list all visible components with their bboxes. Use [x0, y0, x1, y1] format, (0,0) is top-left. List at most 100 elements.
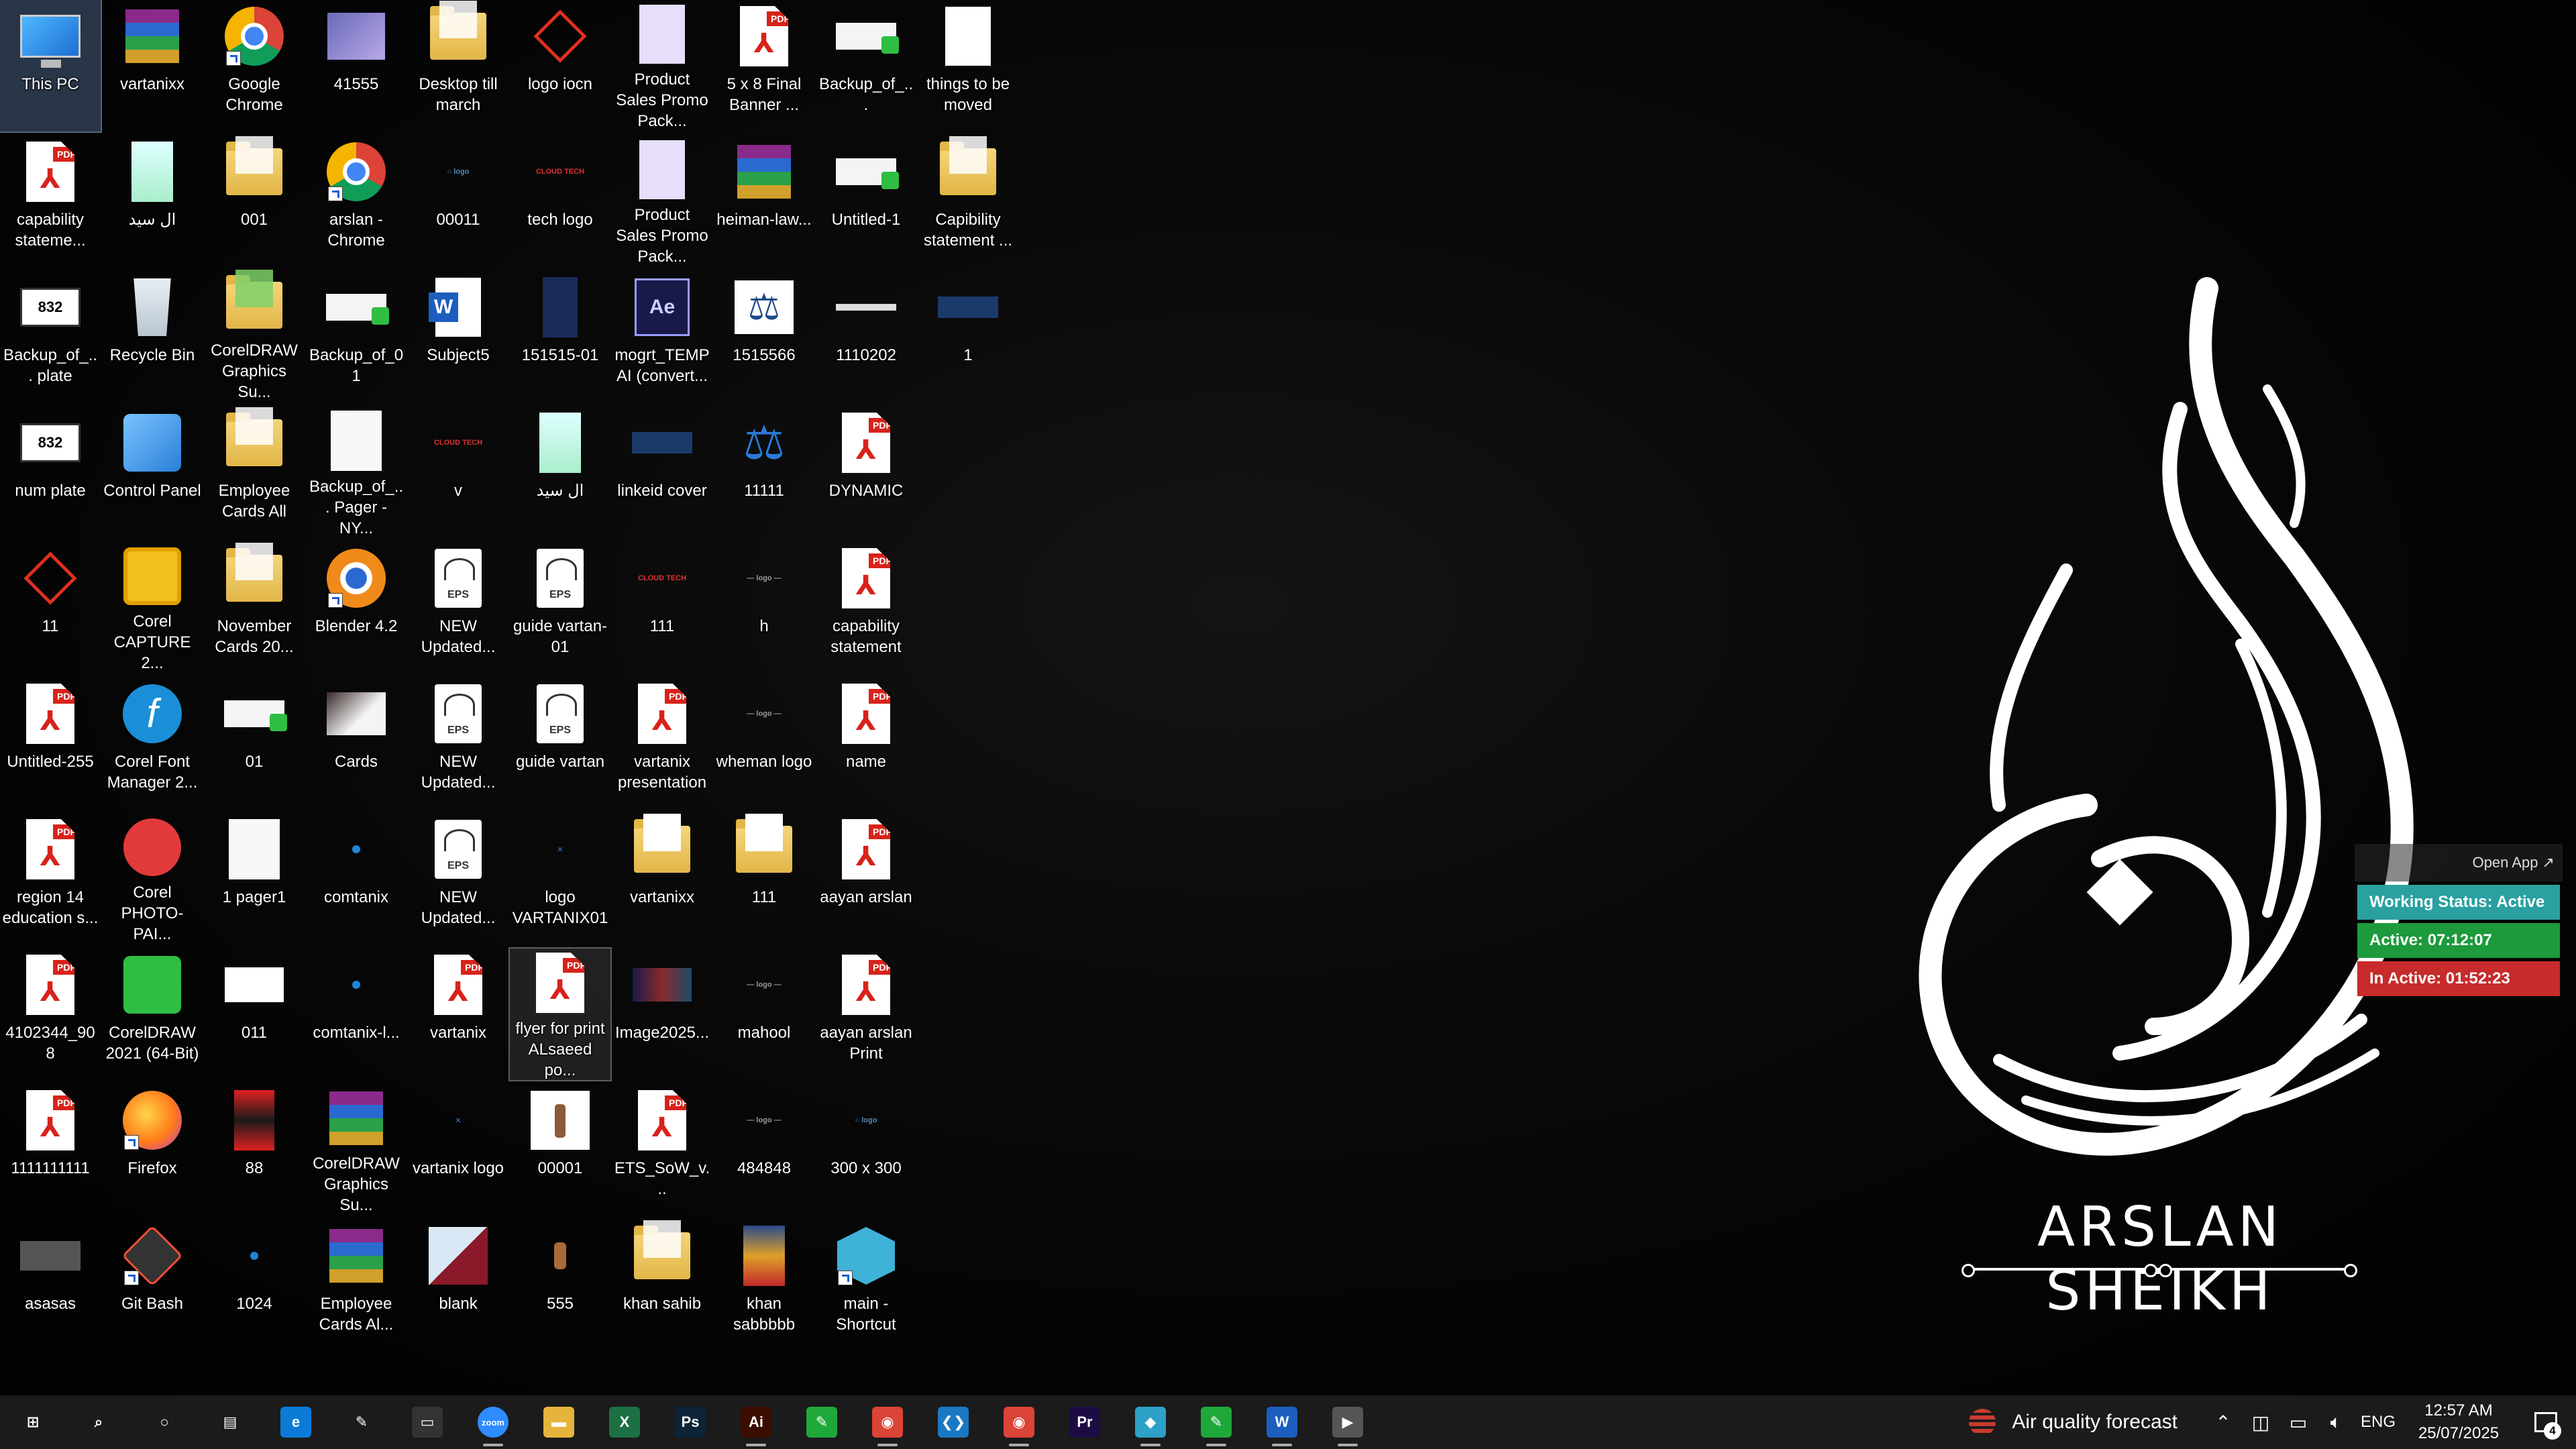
- desktop-icon-backup-of-plate[interactable]: 832 Backup_of_... plate: [0, 271, 101, 402]
- desktop-icon-vartanixx[interactable]: vartanixx: [102, 0, 203, 131]
- desktop-icon-capability-stateme[interactable]: PDF ⅄ capability stateme...: [0, 136, 101, 267]
- desktop-icon-00011[interactable]: ○ logo 00011: [408, 136, 508, 267]
- task-view-button[interactable]: ▤: [197, 1395, 263, 1449]
- desktop-icon-11[interactable]: 11: [0, 542, 101, 674]
- premiere-app[interactable]: Pr: [1052, 1395, 1118, 1449]
- desktop-icon-5-x-8-final-banner[interactable]: PDF ⅄ 5 x 8 Final Banner ...: [714, 0, 814, 131]
- desktop-icon-untitled-1[interactable]: Untitled-1: [816, 136, 916, 267]
- desktop-icon-new-updated[interactable]: EPS NEW Updated...: [408, 678, 508, 809]
- air-quality-widget[interactable]: Air quality forecast: [1969, 1409, 2178, 1436]
- zoom-app[interactable]: zoom: [460, 1395, 526, 1449]
- desktop-icon-things-to-be-moved[interactable]: things to be moved: [918, 0, 1018, 131]
- desktop-icon-11111[interactable]: ⚖ 11111: [714, 407, 814, 538]
- excel-app[interactable]: X: [592, 1395, 657, 1449]
- desktop-icon-aayan-arslan-print[interactable]: PDF ⅄ aayan arslan Print: [816, 949, 916, 1080]
- desktop-icon-new-updated[interactable]: EPS NEW Updated...: [408, 813, 508, 945]
- desktop-icon-1-pager1[interactable]: 1 pager1: [204, 813, 305, 945]
- desktop-icon-heiman-law[interactable]: heiman-law...: [714, 136, 814, 267]
- search-button[interactable]: ⌕: [66, 1395, 131, 1449]
- desktop-icon-employee-cards-al[interactable]: Employee Cards Al...: [306, 1220, 407, 1351]
- desktop-icon-arslan-chrome[interactable]: arslan - Chrome: [306, 136, 407, 267]
- desktop-icon-00001[interactable]: 00001: [510, 1084, 610, 1216]
- edge-app[interactable]: e: [263, 1395, 329, 1449]
- desktop-icon-blender-4-2[interactable]: Blender 4.2: [306, 542, 407, 674]
- desktop-icon-111[interactable]: CLOUD TECH 111: [612, 542, 712, 674]
- desktop-icon-cards[interactable]: Cards: [306, 678, 407, 809]
- desktop-icon-coreldraw-2021-64-bit[interactable]: CorelDRAW 2021 (64-Bit): [102, 949, 203, 1080]
- desktop-icon-untitled-255[interactable]: PDF ⅄ Untitled-255: [0, 678, 101, 809]
- vscode-app[interactable]: ❮❯: [920, 1395, 986, 1449]
- desktop-icon-desktop-till-march[interactable]: Desktop till march: [408, 0, 508, 131]
- desktop-icon-corel-capture-2[interactable]: Corel CAPTURE 2...: [102, 542, 203, 674]
- desktop-icon-tech-logo[interactable]: CLOUD TECH tech logo: [510, 136, 610, 267]
- desktop-icon-product-sales-promo-pack[interactable]: Product Sales Promo Pack...: [612, 136, 712, 267]
- media-app[interactable]: ▶: [1315, 1395, 1381, 1449]
- desktop-icon-coreldraw-graphics-su[interactable]: CorelDRAW Graphics Su...: [306, 1084, 407, 1216]
- desktop-icon-484848[interactable]: — logo — 484848: [714, 1084, 814, 1216]
- desktop-icon-asasas[interactable]: asasas: [0, 1220, 101, 1351]
- main-app[interactable]: ◆: [1118, 1395, 1183, 1449]
- word-app[interactable]: W: [1249, 1395, 1315, 1449]
- desktop-icon-001[interactable]: 001: [204, 136, 305, 267]
- desktop-icon-november-cards-20[interactable]: November Cards 20...: [204, 542, 305, 674]
- file-explorer-app[interactable]: ▬: [526, 1395, 592, 1449]
- language-indicator[interactable]: ENG: [2355, 1413, 2402, 1432]
- chrome-profile-app[interactable]: ◉: [986, 1395, 1052, 1449]
- desktop-icon-blank[interactable]: blank: [408, 1220, 508, 1351]
- desktop-icon-recycle-bin[interactable]: Recycle Bin: [102, 271, 203, 402]
- desktop-icon-new-updated[interactable]: EPS NEW Updated...: [408, 542, 508, 674]
- coreldraw-app[interactable]: ✎: [789, 1395, 855, 1449]
- desktop-icon-ets-sow-v[interactable]: PDF ⅄ ETS_SoW_v...: [612, 1084, 712, 1216]
- desktop-icon-1[interactable]: 1: [918, 271, 1018, 402]
- coreldraw2-app[interactable]: ✎: [1183, 1395, 1249, 1449]
- desktop-icon-backup-of[interactable]: Backup_of_...: [816, 0, 916, 131]
- desktop-icon-linkeid-cover[interactable]: linkeid cover: [612, 407, 712, 538]
- desktop-icon-comtanix[interactable]: comtanix: [306, 813, 407, 945]
- start-button[interactable]: ⊞: [0, 1395, 66, 1449]
- desktop-icon-1110202[interactable]: 1110202: [816, 271, 916, 402]
- desktop-icon-flyer-for-print-alsaeed-po[interactable]: PDF ⅄ flyer for print ALsaeed po...: [508, 947, 612, 1081]
- desktop-icon-google-chrome[interactable]: Google Chrome: [204, 0, 305, 131]
- desktop-icon-control-panel[interactable]: Control Panel: [102, 407, 203, 538]
- desktop-icon-1024[interactable]: 1024: [204, 1220, 305, 1351]
- desktop-icon-subject5[interactable]: W Subject5: [408, 271, 508, 402]
- volume-icon[interactable]: 🔈︎: [2317, 1395, 2355, 1449]
- desktop-icon-wheman-logo[interactable]: — logo — wheman logo: [714, 678, 814, 809]
- desktop-icon-main-shortcut[interactable]: main - Shortcut: [816, 1220, 916, 1351]
- network-icon[interactable]: ▭: [2279, 1395, 2317, 1449]
- desktop-icon-1111111111[interactable]: PDF ⅄ 1111111111: [0, 1084, 101, 1216]
- desktop-icon-product-sales-promo-pack[interactable]: Product Sales Promo Pack...: [612, 0, 712, 131]
- desktop-icon-logo-iocn[interactable]: logo iocn: [510, 0, 610, 131]
- desktop-icon-vartanixx[interactable]: vartanixx: [612, 813, 712, 945]
- desktop-icon-corel-font-manager-2[interactable]: f Corel Font Manager 2...: [102, 678, 203, 809]
- desktop-icon-aayan-arslan[interactable]: PDF ⅄ aayan arslan: [816, 813, 916, 945]
- desktop-icon-111[interactable]: 111: [714, 813, 814, 945]
- desktop-icon-vartanix[interactable]: PDF ⅄ vartanix: [408, 949, 508, 1080]
- clock[interactable]: 12:57 AM 25/07/2025: [2402, 1399, 2516, 1445]
- desktop-icon-011[interactable]: 011: [204, 949, 305, 1080]
- desktop-icon-dynamic[interactable]: PDF ⅄ DYNAMIC: [816, 407, 916, 538]
- desktop-icon-item[interactable]: ال سيد: [102, 136, 203, 267]
- desktop-icon-01[interactable]: 01: [204, 678, 305, 809]
- desktop-icon-300-x-300[interactable]: ○ logo 300 x 300: [816, 1084, 916, 1216]
- desktop-icon-41555[interactable]: 41555: [306, 0, 407, 131]
- desktop-icon-khan-sabbbbb[interactable]: khan sabbbbb: [714, 1220, 814, 1351]
- notification-center-button[interactable]: 4: [2516, 1395, 2576, 1449]
- desktop-icon-backup-of-01[interactable]: Backup_of_01: [306, 271, 407, 402]
- pen-app[interactable]: ✎: [329, 1395, 394, 1449]
- desktop-icon-capibility-statement[interactable]: Capibility statement ...: [918, 136, 1018, 267]
- desktop-icon-item[interactable]: ال سيد: [510, 407, 610, 538]
- desktop-icon-h[interactable]: — logo — h: [714, 542, 814, 674]
- desktop-icon-guide-vartan-01[interactable]: EPS guide vartan-01: [510, 542, 610, 674]
- desktop-icon-mahool[interactable]: — logo — mahool: [714, 949, 814, 1080]
- desktop-icon-4102344-908[interactable]: PDF ⅄ 4102344_908: [0, 949, 101, 1080]
- open-app-button[interactable]: Open App ↗: [2355, 844, 2563, 881]
- desktop-icon-khan-sahib[interactable]: khan sahib: [612, 1220, 712, 1351]
- desktop-icon-num-plate[interactable]: 832 num plate: [0, 407, 101, 538]
- desktop-icon-88[interactable]: 88: [204, 1084, 305, 1216]
- desktop-icon-151515-01[interactable]: 151515-01: [510, 271, 610, 402]
- desktop-icon-v[interactable]: CLOUD TECH v: [408, 407, 508, 538]
- desktop-icon-this-pc[interactable]: This PC: [0, 0, 102, 133]
- desktop-icon-mogrt-temp-ai-convert[interactable]: Ae mogrt_TEMP AI (convert...: [612, 271, 712, 402]
- desktop-icon-guide-vartan[interactable]: EPS guide vartan: [510, 678, 610, 809]
